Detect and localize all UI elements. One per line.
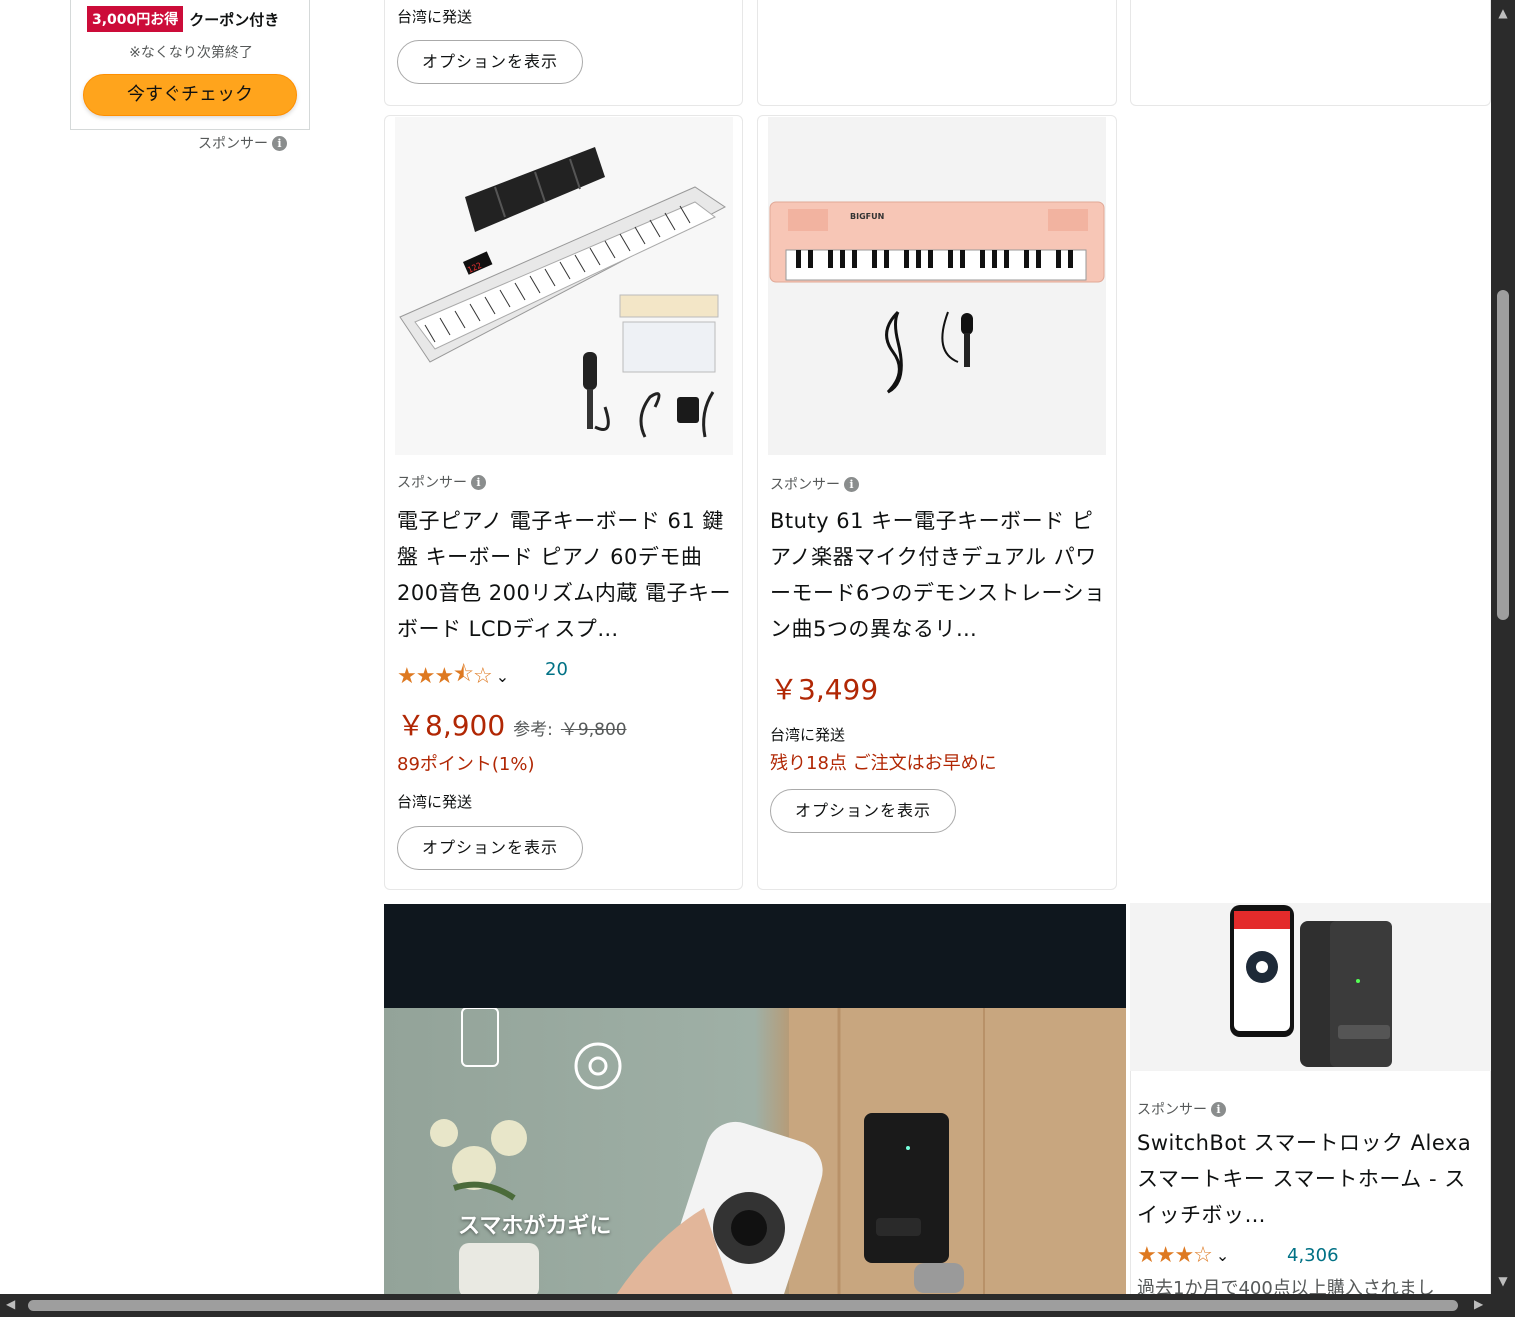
info-icon: i (471, 474, 486, 490)
product-title-link[interactable]: 電子ピアノ 電子キーボード 61 鍵盤 キーボード ピアノ 60デモ曲 200音… (397, 503, 731, 647)
coupon-text: クーポン付き (189, 10, 280, 29)
sponsored-text: スポンサー (770, 477, 840, 493)
ship-to-label: 台湾に発送 (397, 793, 473, 811)
product-image-keyboard-white[interactable]: 122 (395, 117, 733, 455)
product-image-smart-lock[interactable] (1130, 903, 1491, 1071)
svg-text:BIGFUN: BIGFUN (850, 212, 884, 221)
info-icon[interactable]: i (1211, 1101, 1226, 1117)
reference-price: ￥9,800 (560, 720, 627, 740)
check-now-button[interactable]: 今すぐチェック (83, 74, 297, 116)
info-icon: i (272, 135, 287, 151)
sponsored-label[interactable]: スポンサー i (770, 474, 859, 494)
vertical-scrollbar[interactable]: ▲ ▼ (1491, 0, 1515, 1294)
reference-price-label: 参考: (513, 720, 553, 740)
product-image-keyboard-pink[interactable]: BIGFUN (768, 117, 1106, 455)
product-title-link[interactable]: SwitchBot スマートロック Alexa スマートキー スマートホーム -… (1137, 1125, 1483, 1233)
rating-count-link[interactable]: 4,306 (1287, 1245, 1339, 1266)
ship-to-label: 台湾に発送 (397, 8, 473, 26)
product-card-partial-2 (757, 0, 1117, 106)
sponsored-text: スポンサー (198, 136, 268, 152)
horizontal-scrollbar[interactable]: ◀ ▶ (0, 1294, 1491, 1317)
coupon-ad: 3,000円お得 クーポン付き ※なくなり次第終了 今すぐチェック (70, 0, 310, 130)
star-half-icon: ⯪ (453, 662, 474, 687)
scroll-up-arrow-icon[interactable]: ▲ (1491, 6, 1515, 20)
video-frame: スマホがカギに (384, 1007, 1126, 1294)
video-illustration (430, 1007, 1126, 1294)
smart-lock-illustration (1230, 905, 1392, 1067)
ship-to-label: 台湾に発送 (770, 726, 846, 744)
scrollbar-corner (1491, 1294, 1515, 1317)
price-block[interactable]: ￥8,900 参考: ￥9,800 (397, 704, 627, 744)
sponsored-label[interactable]: スポンサー i (397, 472, 486, 492)
scroll-left-arrow-icon[interactable]: ◀ (6, 1297, 15, 1311)
star-icon: ★★★ (397, 663, 454, 689)
keyboard-illustration: BIGFUN (769, 201, 1105, 394)
rating-count-link[interactable]: 20 (545, 659, 568, 680)
rating-stars[interactable]: ★★★ ☆ ⌄ (1137, 1243, 1229, 1268)
product-title-link[interactable]: Btuty 61 キー電子キーボード ピアノ楽器マイク付きデュアル パワーモード… (770, 503, 1106, 647)
chevron-down-icon: ⌄ (1215, 1246, 1229, 1265)
sponsored-text: スポンサー (397, 475, 467, 491)
show-options-button[interactable]: オプションを表示 (770, 789, 956, 833)
coupon-note: ※なくなり次第終了 (129, 45, 253, 61)
star-icon: ★★★ (1137, 1243, 1194, 1268)
keyboard-illustration: 122 (399, 147, 726, 438)
video-caption: スマホがカギに (458, 1214, 612, 1239)
sponsored-text: スポンサー (1137, 1102, 1207, 1118)
star-empty-icon: ☆ (473, 663, 493, 689)
video-ad-player[interactable]: スマホがカギに (384, 904, 1126, 1294)
sponsored-label[interactable]: スポンサー i (198, 133, 287, 153)
coupon-badge: 3,000円お得 (87, 6, 184, 32)
vertical-scrollbar-thumb[interactable] (1497, 290, 1509, 620)
stock-warning: 残り18点 ご注文はお早めに (770, 753, 997, 774)
points-text: 89ポイント(1%) (397, 754, 535, 775)
horizontal-scrollbar-thumb[interactable] (28, 1300, 1458, 1311)
price: ￥3,499 (770, 673, 879, 706)
sponsored-label[interactable]: スポンサー i (1137, 1099, 1226, 1119)
coupon-row: 3,000円お得 クーポン付き (87, 6, 279, 32)
scroll-right-arrow-icon[interactable]: ▶ (1474, 1297, 1483, 1311)
rating-stars[interactable]: ★★★ ⯪ ☆ ⌄ (397, 657, 509, 695)
show-options-button[interactable]: オプションを表示 (397, 826, 583, 870)
product-card-partial-3 (1130, 0, 1491, 106)
scroll-down-arrow-icon[interactable]: ▼ (1491, 1274, 1515, 1288)
price: ￥8,900 (397, 709, 506, 742)
chevron-down-icon: ⌄ (495, 666, 509, 686)
info-icon: i (844, 476, 859, 492)
star-empty-icon: ☆ (1193, 1243, 1213, 1268)
show-options-button[interactable]: オプションを表示 (397, 40, 583, 84)
price-block[interactable]: ￥3,499 (770, 668, 878, 708)
